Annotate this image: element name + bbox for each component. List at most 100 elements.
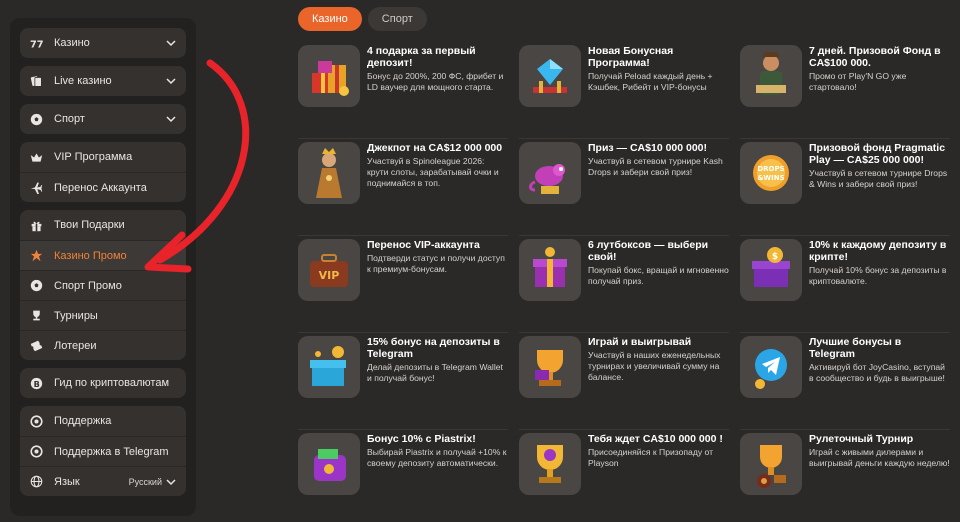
tab-casino[interactable]: Казино xyxy=(298,7,362,31)
sidebar-item-vip[interactable]: VIP Программа xyxy=(20,142,186,172)
svg-text:&WINS: &WINS xyxy=(757,174,784,182)
svg-text:DROPS: DROPS xyxy=(757,165,784,173)
promo-description: Подтверди статус и получи доступ к преми… xyxy=(367,253,505,274)
promo-title: Играй и выигрывай xyxy=(588,336,692,348)
drops-wins-coin-icon: DROPS &WINS xyxy=(740,142,802,204)
promo-title: 7 дней. Призовой Фонд в CA$100 000. xyxy=(809,45,941,69)
sidebar-item-gifts[interactable]: Твои Подарки xyxy=(20,210,186,240)
promo-card[interactable]: 6 лутбоксов — выбери свой! Покупай бокс, … xyxy=(519,236,729,333)
sidebar-group-vip: VIP Программа Перенос Аккаунта xyxy=(20,142,186,202)
promo-card[interactable]: Рулеточный Турнир Играй с живыми дилерами… xyxy=(740,430,950,522)
headset-icon xyxy=(30,414,43,428)
lootbox-icon xyxy=(519,239,581,301)
promo-card[interactable]: Тебя ждет CA$10 000 000 ! Присоединяйся к… xyxy=(519,430,729,522)
promo-card[interactable]: $10% к каждому депозиту в крипте! Получай… xyxy=(740,236,950,333)
sidebar-group-promo: Твои Подарки Казино Промо Спорт Промо Ту… xyxy=(20,210,186,360)
sidebar-item-label: Перенос Аккаунта xyxy=(54,181,147,194)
promo-description: Участвуй в сетевом турнире Drops & Wins … xyxy=(809,168,948,189)
promo-description: Активируй бот JoyCasino, вступай в сообщ… xyxy=(809,362,945,383)
promo-description: Участвуй в наших еженедельных турнирах и… xyxy=(588,350,721,382)
chevron-down-icon xyxy=(166,478,176,485)
tab-sport[interactable]: Спорт xyxy=(367,7,427,31)
promo-card[interactable]: VIP Перенос VIP-аккаунта Подтверди статус … xyxy=(298,236,508,333)
gift-boxes-icon xyxy=(298,45,360,107)
promo-text: Приз — CA$10 000 000! Участвуй в сетевом … xyxy=(588,142,729,178)
chameleon-icon xyxy=(519,142,581,204)
promo-card[interactable]: 4 подарка за первый депозит! Бонус до 200… xyxy=(298,42,508,139)
promo-description: Участвуй в Spinoleague 2026: крути слоты… xyxy=(367,156,499,188)
promo-card[interactable]: Джекпот на CA$12 000 000 Участвуй в Spino… xyxy=(298,139,508,236)
sidebar-item-label: Спорт Промо xyxy=(54,279,122,292)
promo-description: Получай Реload каждый день + Кэшбек, Риб… xyxy=(588,71,713,92)
diamond-icon xyxy=(519,45,581,107)
promo-card[interactable]: Бонус 10% с Piastrix! Выбирай Piastrix и … xyxy=(298,430,508,522)
promo-text: Джекпот на CA$12 000 000 Участвуй в Spino… xyxy=(367,142,508,189)
sidebar-item-label: Турниры xyxy=(54,309,98,322)
sidebar-item-lotteries[interactable]: Лотереи xyxy=(20,330,186,360)
sidebar-item-sport-promo[interactable]: Спорт Промо xyxy=(20,270,186,300)
promo-text: Бонус 10% с Piastrix! Выбирай Piastrix и … xyxy=(367,433,508,469)
sidebar-item-crypto-guide[interactable]: B Гид по криптовалютам xyxy=(20,368,186,398)
sidebar-item-casino[interactable]: 77 Казино xyxy=(20,28,186,58)
sidebar-item-label: Лотереи xyxy=(54,339,97,352)
promo-title: Рулеточный Турнир xyxy=(809,433,914,445)
explorer-icon xyxy=(740,45,802,107)
promo-description: Выбирай Piastrix и получай +10% к своему… xyxy=(367,447,507,468)
svg-text:VIP: VIP xyxy=(319,269,340,282)
trophy-icon xyxy=(30,309,43,322)
promo-description: Получай 10% бонус за депозиты в криптова… xyxy=(809,265,947,286)
promo-text: Призовой фонд Pragmatic Play — CA$25 000… xyxy=(809,142,950,190)
promo-description: Делай депозиты в Telegram Wallet и получ… xyxy=(367,362,503,383)
promo-card[interactable]: 15% бонус на депозиты в Telegram Делай де… xyxy=(298,333,508,430)
gold-trophy-icon xyxy=(519,433,581,495)
sidebar-item-label: Язык xyxy=(54,475,80,488)
promo-card[interactable]: Новая Бонусная Программа! Получай Реload … xyxy=(519,42,729,139)
globe-icon xyxy=(30,475,43,488)
sidebar-item-casino-promo[interactable]: Казино Промо xyxy=(20,240,186,270)
sidebar-item-live-casino[interactable]: Live казино xyxy=(20,66,186,96)
sidebar-item-label: Live казино xyxy=(54,75,112,87)
sidebar-group-crypto: B Гид по криптовалютам xyxy=(20,368,186,398)
svg-text:$: $ xyxy=(772,252,778,262)
sidebar-item-support[interactable]: Поддержка xyxy=(20,406,186,436)
promo-title: Лучшие бонусы в Telegram xyxy=(809,336,902,360)
promo-description: Промо от Play'N GO уже стартовало! xyxy=(809,71,907,92)
promo-title: Бонус 10% с Piastrix! xyxy=(367,433,476,445)
promo-text: Тебя ждет CA$10 000 000 ! Присоединяйся к… xyxy=(588,433,729,469)
promo-text: Играй и выигрывай Участвуй в наших еженед… xyxy=(588,336,729,383)
promo-card[interactable]: 7 дней. Призовой Фонд в CA$100 000. Промо… xyxy=(740,42,950,139)
svg-text:77: 77 xyxy=(30,39,43,49)
promo-card[interactable]: DROPS &WINS Призовой фонд Pragmatic Play —… xyxy=(740,139,950,236)
promo-text: 4 подарка за первый депозит! Бонус до 200… xyxy=(367,45,508,93)
bitcoin-icon: B xyxy=(30,377,43,390)
promo-card[interactable]: Лучшие бонусы в Telegram Активируй бот Jo… xyxy=(740,333,950,430)
vip-suitcase-icon: VIP xyxy=(298,239,360,301)
language-value: Русский xyxy=(128,476,162,487)
sidebar-item-language[interactable]: Язык Русский xyxy=(20,466,186,496)
live-cards-icon xyxy=(30,75,43,88)
chevron-down-icon xyxy=(166,40,176,47)
roulette-trophy-icon xyxy=(740,433,802,495)
promo-text: Новая Бонусная Программа! Получай Реload … xyxy=(588,45,729,93)
sidebar-item-label: Гид по криптовалютам xyxy=(54,377,170,389)
sidebar-item-account-transfer[interactable]: Перенос Аккаунта xyxy=(20,172,186,202)
sidebar: 77 Казино Live казино Спорт VIP Программ… xyxy=(10,18,196,516)
promo-card[interactable]: Играй и выигрывай Участвуй в наших еженед… xyxy=(519,333,729,430)
promo-text: 15% бонус на депозиты в Telegram Делай де… xyxy=(367,336,508,384)
sidebar-item-tournaments[interactable]: Турниры xyxy=(20,300,186,330)
sidebar-item-support-telegram[interactable]: Поддержка в Telegram xyxy=(20,436,186,466)
promo-title: 10% к каждому депозиту в крипте! xyxy=(809,239,947,263)
airplane-icon xyxy=(30,181,43,194)
promo-description: Покупай бокс, вращай и мгновенно получай… xyxy=(588,265,729,286)
svg-text:B: B xyxy=(34,378,40,388)
sidebar-group-live: Live казино xyxy=(20,66,186,96)
promo-card[interactable]: Приз — CA$10 000 000! Участвуй в сетевом … xyxy=(519,139,729,236)
tab-bar: Казино Спорт xyxy=(298,7,427,31)
sidebar-item-sport[interactable]: Спорт xyxy=(20,104,186,134)
sidebar-group-support: Поддержка Поддержка в Telegram Язык Русс… xyxy=(20,406,186,496)
promo-description: Присоединяйся к Призопаду от Playson xyxy=(588,447,714,468)
promo-title: Новая Бонусная Программа! xyxy=(588,45,674,69)
queen-icon xyxy=(298,142,360,204)
sidebar-item-label: Поддержка xyxy=(54,415,112,427)
trophy-icon xyxy=(519,336,581,398)
